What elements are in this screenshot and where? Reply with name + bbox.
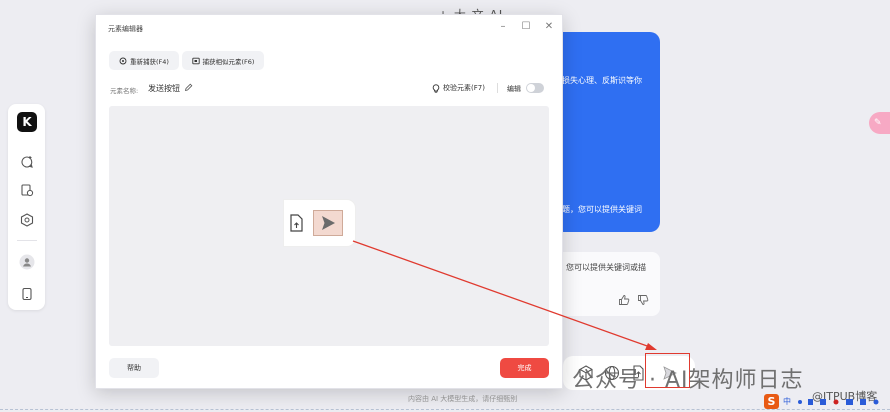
- thumbs-up-icon[interactable]: [618, 294, 630, 306]
- element-preview-canvas: [109, 106, 549, 346]
- assistant-message-bubble: 损失心理、反斯识等你 题，您可以提供关键词: [554, 32, 660, 232]
- validate-element-button[interactable]: 校验元素(F7): [432, 83, 485, 93]
- element-editor-dialog: 元素编辑器 – ☐ ✕ 重新捕获(F4) 捕获相似元素(F6) 元素名称: 发送…: [95, 14, 563, 389]
- captured-element-preview: [284, 200, 355, 246]
- recapture-label: 重新捕获(F4): [130, 57, 169, 66]
- toggle-knob: [527, 84, 535, 92]
- capture-similar-button[interactable]: 捕获相似元素(F6): [182, 51, 264, 70]
- history-icon[interactable]: [17, 180, 37, 200]
- captured-send-button: [313, 210, 343, 236]
- side-assistant-tab[interactable]: ✎: [869, 112, 890, 134]
- done-button[interactable]: 完成: [500, 358, 549, 378]
- user-avatar-icon[interactable]: [17, 252, 37, 272]
- reply-text: 您可以提供关键词或描: [566, 263, 646, 272]
- validate-label: 校验元素(F7): [443, 84, 485, 92]
- target-icon: [119, 57, 127, 64]
- ime-tray-icons: [798, 399, 879, 405]
- discover-icon[interactable]: [17, 210, 37, 230]
- minimize-icon[interactable]: –: [497, 21, 509, 33]
- sidebar-divider: [17, 240, 37, 241]
- page-edge-divider: [0, 409, 890, 410]
- capture-similar-label: 捕获相似元素(F6): [202, 57, 255, 66]
- left-sidebar: K: [8, 104, 45, 310]
- message-text-line: 题，您可以提供关键词: [562, 205, 642, 214]
- reply-card: 您可以提供关键词或描: [554, 252, 660, 316]
- recapture-button[interactable]: 重新捕获(F4): [109, 51, 179, 70]
- toolbar-divider: [497, 83, 498, 93]
- phone-icon[interactable]: [17, 284, 37, 304]
- side-tab-icon: ✎: [874, 118, 882, 128]
- dialog-title: 元素编辑器: [108, 25, 143, 33]
- thumbs-down-icon[interactable]: [637, 294, 649, 306]
- upload-file-icon: [290, 214, 303, 232]
- help-button[interactable]: 帮助: [109, 358, 159, 378]
- ime-mode: 中: [783, 397, 791, 406]
- ime-toolbar: S 中: [764, 394, 890, 410]
- element-name-value: 发送按钮: [148, 84, 180, 93]
- watermark-text: 公众号 · AI架构师日志: [572, 368, 804, 393]
- edit-toggle[interactable]: [526, 83, 544, 93]
- app-logo[interactable]: K: [17, 112, 37, 132]
- close-icon[interactable]: ✕: [543, 21, 555, 33]
- send-arrow-icon: [322, 216, 335, 230]
- maximize-icon[interactable]: ☐: [520, 21, 532, 33]
- footer-disclaimer: 内容由 AI 大模型生成，请仔细甄别: [408, 395, 518, 403]
- edit-label: 编辑: [507, 85, 521, 93]
- message-text-line: 损失心理、反斯识等你: [562, 76, 642, 85]
- element-name-label: 元素名称:: [110, 87, 139, 95]
- pencil-icon[interactable]: [184, 83, 193, 92]
- ime-logo-icon: S: [764, 394, 779, 409]
- new-chat-icon[interactable]: [17, 152, 37, 172]
- lightbulb-icon: [432, 83, 440, 93]
- capture-similar-icon: [191, 57, 200, 64]
